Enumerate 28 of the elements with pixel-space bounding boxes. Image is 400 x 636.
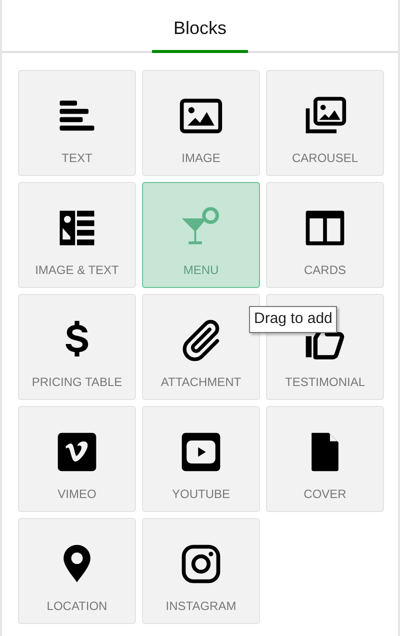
block-label: VIMEO: [58, 486, 96, 503]
block-label: CARDS: [304, 262, 346, 279]
block-label: COVER: [304, 486, 346, 503]
block-label: IMAGE & TEXT: [35, 262, 119, 279]
block-tile[interactable]: IMAGE & TEXT: [18, 182, 136, 288]
block-label: LOCATION: [46, 598, 108, 615]
block-tile[interactable]: PRICING TABLE: [18, 294, 136, 400]
block-tile[interactable]: VIMEO: [18, 406, 136, 512]
block-label: CAROUSEL: [292, 150, 358, 167]
block-label: INSTAGRAM: [166, 598, 236, 615]
block-label: ATTACHMENT: [160, 374, 242, 391]
block-label: TESTIMONIAL: [284, 374, 365, 391]
blocks-tab[interactable]: Blocks: [152, 0, 248, 53]
block-tile[interactable]: YOUTUBE: [142, 406, 260, 512]
block-tile[interactable]: INSTAGRAM: [142, 518, 260, 624]
block-tile[interactable]: LOCATION: [18, 518, 136, 624]
tooltip: Drag to add: [249, 306, 338, 332]
block-tile[interactable]: COVER: [266, 406, 384, 512]
block-tile[interactable]: TEXT: [18, 70, 136, 176]
block-tile[interactable]: CARDS: [266, 182, 384, 288]
block-label: TEXT: [62, 150, 92, 167]
block-label: MENU: [183, 262, 219, 279]
block-label: IMAGE: [182, 150, 220, 167]
block-tile[interactable]: IMAGE: [142, 70, 260, 176]
block-label: PRICING TABLE: [32, 374, 122, 391]
block-tile[interactable]: CAROUSEL: [266, 70, 384, 176]
block-label: YOUTUBE: [172, 486, 230, 503]
block-tile[interactable]: MENU: [142, 182, 260, 288]
